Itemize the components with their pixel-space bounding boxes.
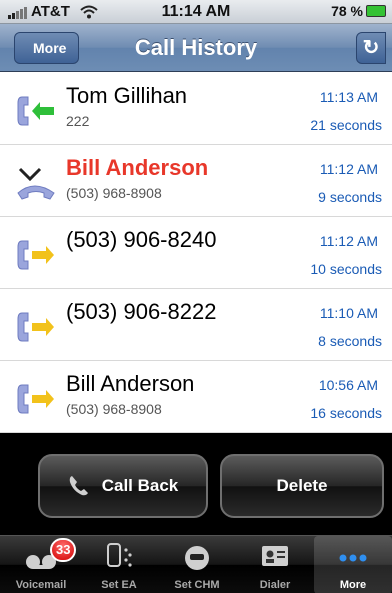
call-row[interactable]: Bill Anderson (503) 968-8908 10:56 AM 16… [0, 361, 392, 433]
battery-percent: 78 % [331, 3, 363, 19]
caller-detail: (503) 968-8908 [66, 401, 162, 417]
caller-name: Bill Anderson [66, 155, 209, 180]
caller-detail: 222 [66, 113, 90, 129]
call-row[interactable]: Bill Anderson (503) 968-8908 11:12 AM 9 … [0, 145, 392, 217]
delete-button[interactable]: Delete [220, 454, 384, 518]
tab-label: Set EA [101, 579, 137, 591]
caller-name: Bill Anderson [66, 371, 195, 396]
tab-label: More [339, 579, 367, 591]
incoming-call-icon [17, 96, 54, 126]
tab-voicemail[interactable]: 33 Voicemail [2, 536, 80, 593]
tab-dialer[interactable]: Dialer [236, 536, 314, 593]
call-time: 11:12 AM [319, 233, 378, 249]
call-duration: 10 seconds [310, 261, 382, 277]
call-row[interactable]: (503) 906-8222 11:10 AM 8 seconds [0, 289, 392, 361]
battery-icon [366, 5, 386, 17]
outgoing-call-icon [17, 312, 54, 342]
call-duration: 21 seconds [310, 117, 382, 133]
outgoing-call-icon [17, 240, 54, 270]
phone-dots-icon [107, 543, 132, 567]
navigation-bar: More Call History ↻ [0, 24, 392, 72]
call-time: 11:13 AM [319, 89, 378, 105]
call-time: 11:12 AM [319, 161, 378, 177]
call-row[interactable]: (503) 906-8240 11:12 AM 10 seconds [0, 217, 392, 289]
missed-call-icon [17, 167, 55, 200]
status-bar: AT&T 11:14 AM 78 % [0, 0, 392, 24]
caller-name: Tom Gillihan [66, 83, 188, 108]
refresh-icon: ↻ [362, 37, 380, 59]
caller-detail: (503) 968-8908 [66, 185, 162, 201]
tab-label: Set CHM [174, 579, 220, 591]
call-time: 11:10 AM [319, 305, 378, 321]
voicemail-badge: 33 [50, 538, 77, 562]
action-panel: Call Back Delete [0, 433, 392, 535]
contact-card-icon [262, 546, 288, 566]
call-back-button[interactable]: Call Back [38, 454, 208, 518]
call-row[interactable]: Tom Gillihan 222 11:13 AM 21 seconds [0, 73, 392, 145]
call-duration: 8 seconds [318, 333, 382, 349]
tab-bar: 33 Voicemail Set EA Set CHM Dialer More [0, 535, 392, 593]
delete-label: Delete [276, 476, 328, 495]
battery-group: 78 % [331, 3, 386, 19]
rotary-phone-icon [185, 546, 209, 570]
caller-name: (503) 906-8240 [66, 227, 217, 252]
more-dots-icon [339, 554, 367, 562]
call-back-label: Call Back [101, 476, 179, 495]
call-duration: 16 seconds [310, 405, 382, 421]
caller-name: (503) 906-8222 [66, 299, 217, 324]
outgoing-call-icon [17, 384, 54, 414]
refresh-button[interactable]: ↻ [356, 32, 386, 64]
tab-set-ea[interactable]: Set EA [80, 536, 158, 593]
page-title: Call History [134, 35, 258, 60]
call-time: 10:56 AM [318, 377, 378, 393]
tab-more[interactable]: More [314, 536, 392, 593]
tab-set-chm[interactable]: Set CHM [158, 536, 236, 593]
phone-icon [69, 476, 88, 496]
call-duration: 9 seconds [318, 189, 382, 205]
tab-label: Voicemail [15, 579, 67, 591]
tab-label: Dialer [259, 579, 291, 591]
call-history-list: Tom Gillihan 222 11:13 AM 21 seconds Bil… [0, 73, 392, 433]
